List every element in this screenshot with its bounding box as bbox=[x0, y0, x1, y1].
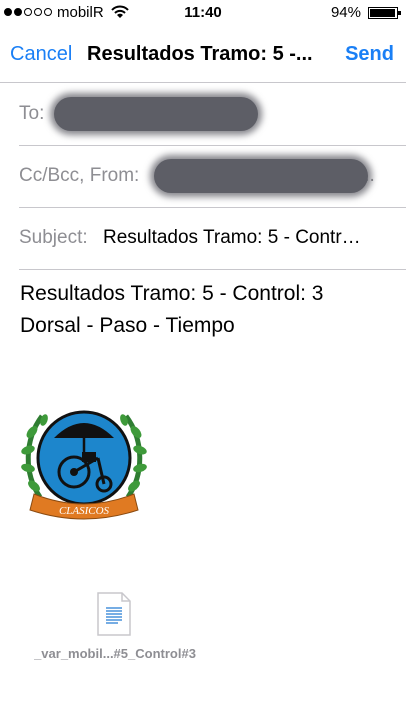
battery-percentage: 94% bbox=[330, 4, 361, 21]
status-bar: mobilR 11:40 94% bbox=[0, 0, 406, 26]
from-redaction bbox=[154, 159, 368, 193]
subject-value[interactable]: Resultados Tramo: 5 - Contr… bbox=[103, 227, 393, 249]
compose-nav-bar: Cancel Resultados Tramo: 5 -... Send bbox=[0, 26, 406, 83]
subject-label: Subject: bbox=[19, 227, 88, 248]
clasicos-logo: CLASICOS bbox=[21, 410, 147, 520]
document-icon[interactable] bbox=[97, 592, 131, 636]
send-button[interactable]: Send bbox=[345, 43, 394, 66]
cc-bcc-from-label: Cc/Bcc, From: bbox=[19, 165, 140, 186]
message-line-1: Resultados Tramo: 5 - Control: 3 bbox=[20, 282, 324, 305]
subject-field[interactable]: Subject: Resultados Tramo: 5 - Contr… bbox=[19, 207, 406, 270]
cancel-button[interactable]: Cancel bbox=[10, 43, 72, 66]
compose-title: Resultados Tramo: 5 -... bbox=[87, 43, 313, 65]
message-body[interactable]: Resultados Tramo: 5 - Control: 3 Dorsal … bbox=[20, 278, 323, 342]
svg-text:CLASICOS: CLASICOS bbox=[59, 505, 110, 517]
to-field[interactable]: To: m bbox=[19, 83, 406, 146]
message-line-2: Dorsal - Paso - Tiempo bbox=[20, 314, 235, 337]
attachment-filename[interactable]: _var_mobil...#5_Control#3 bbox=[0, 646, 230, 661]
to-redaction bbox=[54, 97, 258, 131]
to-label: To: bbox=[19, 103, 45, 124]
battery-icon bbox=[368, 7, 401, 19]
cc-bcc-from-field[interactable]: Cc/Bcc, From: ... bbox=[19, 145, 406, 208]
